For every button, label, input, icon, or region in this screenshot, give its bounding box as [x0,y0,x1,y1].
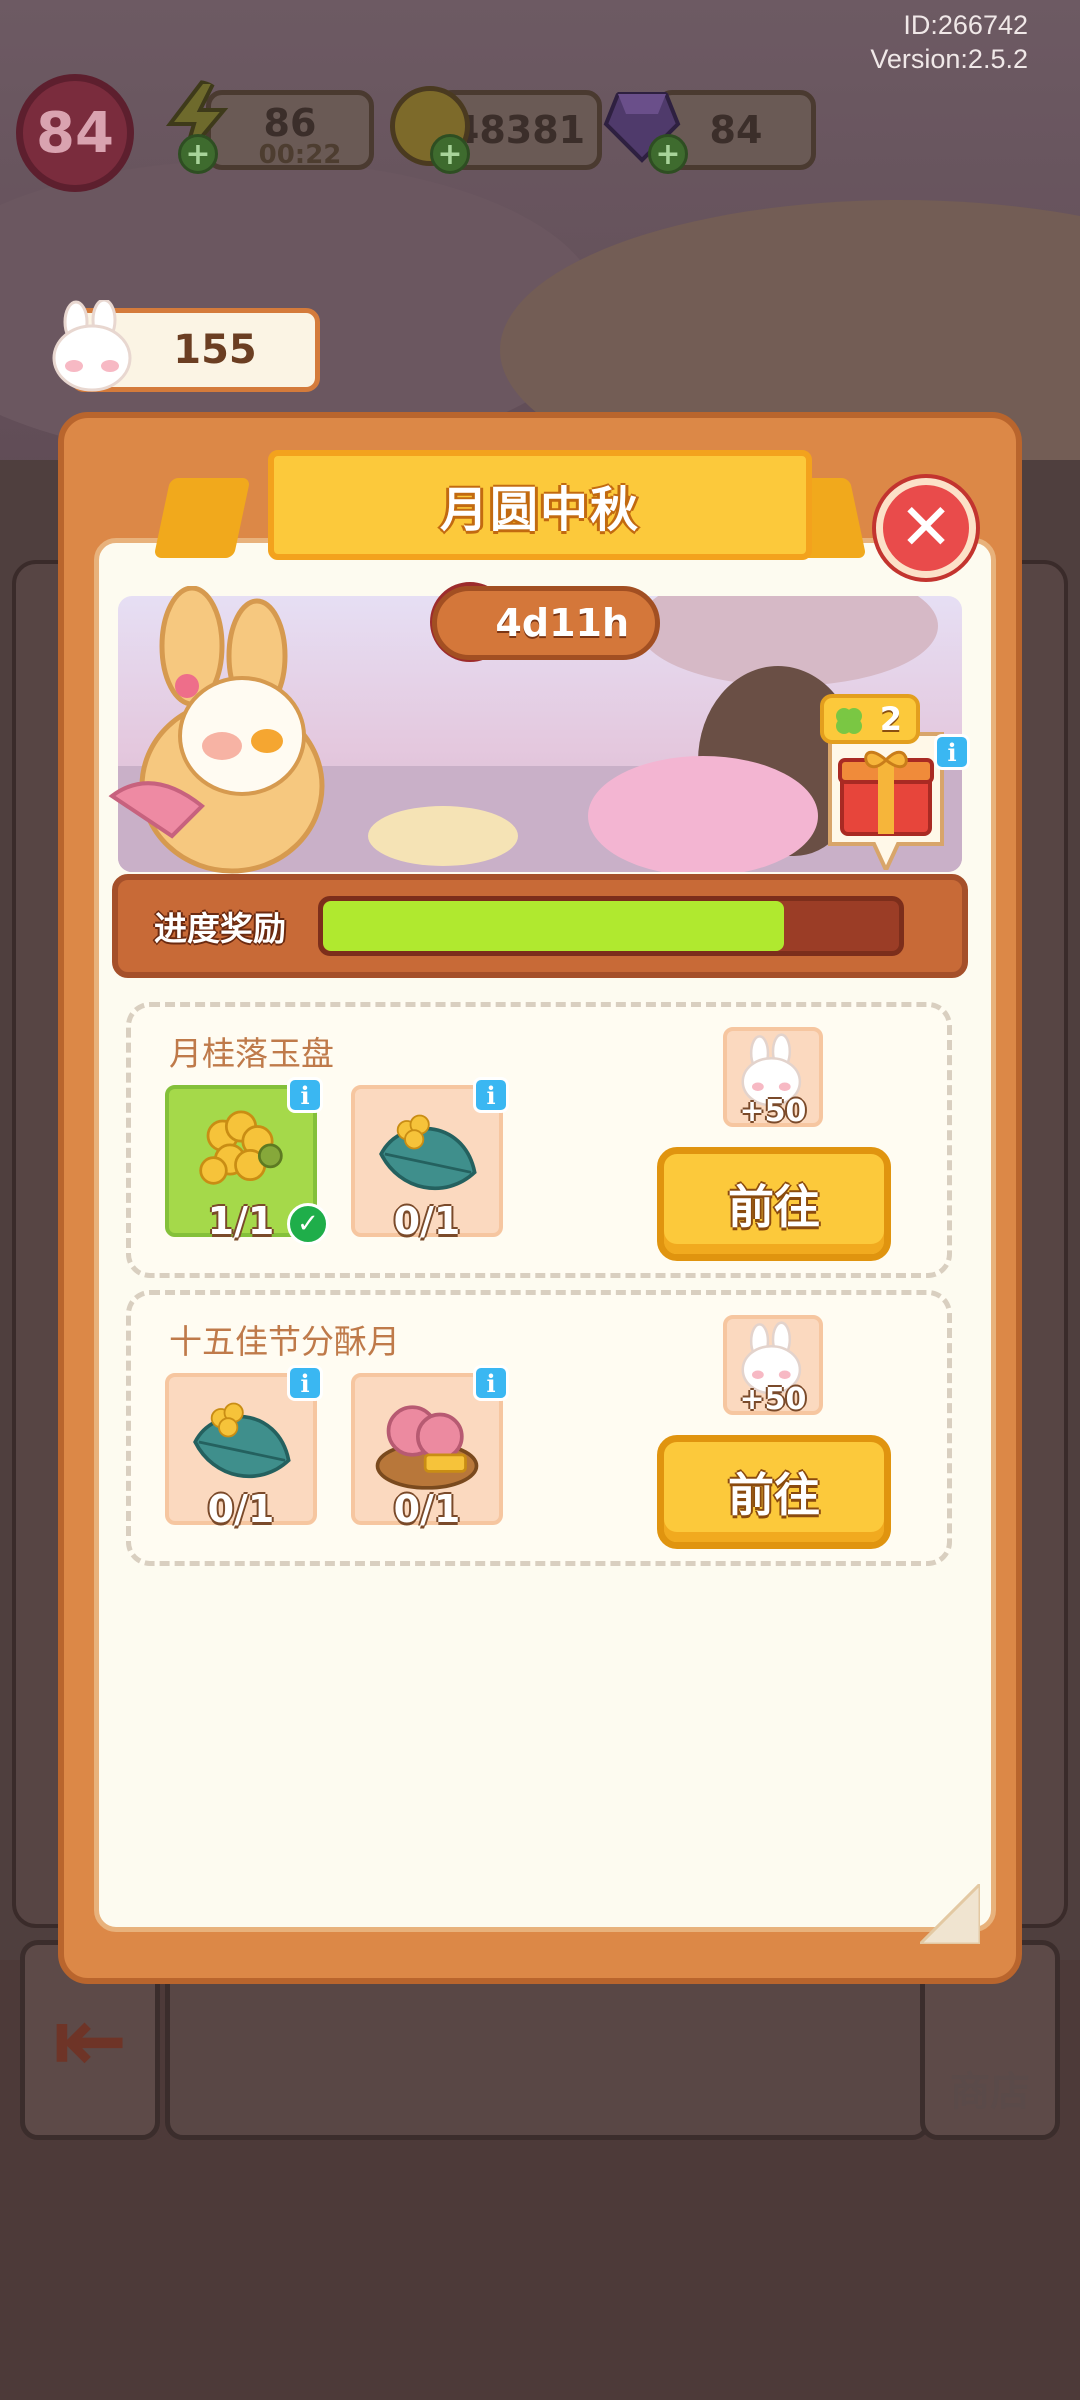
player-level: 84 [36,100,114,166]
item-info-icon[interactable]: i [287,1365,323,1401]
quest-item-slot[interactable]: 0/1 i [165,1365,323,1531]
build-info: ID:266742 Version:2.5.2 [870,8,1028,76]
quest-reward-slot: +50 [723,1315,823,1417]
progress-fill [323,901,784,951]
add-energy-icon[interactable]: + [178,134,218,174]
exit-icon: ⇤ [52,1987,128,2093]
page-curl-icon [920,1884,980,1944]
quest-card: 十五佳节分酥月 0/1 i 0/1 i +50 前往 [126,1290,952,1566]
dialog-title: 月圆中秋 [439,482,640,538]
reward-count: 2 [879,700,902,738]
quest-reward-amount: +50 [739,1094,807,1129]
go-button[interactable]: 前往 [657,1147,891,1261]
quest-title: 十五佳节分酥月 [169,1322,400,1361]
progress-label: 进度奖励 [154,909,286,948]
event-timer-pill: 4d11h [432,586,660,660]
quest-title: 月桂落玉盘 [169,1034,334,1073]
quest-card: 月桂落玉盘 1/1 i ✓ 0/1 i +50 前往 [126,1002,952,1278]
event-timer: 4d11h [495,601,629,645]
clover-icon [836,708,862,734]
energy-value: 86 [263,101,317,145]
shop-label: 商店 [950,2069,1030,2115]
quest-reward-slot: +50 [723,1027,823,1129]
energy-timer: 00:22 [258,140,342,170]
player-level-badge[interactable]: 84 [16,74,134,192]
background-lower [0,2140,1080,2400]
add-coins-icon[interactable]: + [430,134,470,174]
checkmark-icon: ✓ [287,1203,329,1245]
item-info-icon[interactable]: i [287,1077,323,1113]
coin-value: 48381 [452,108,586,152]
item-info-icon[interactable]: i [473,1365,509,1401]
quest-item-count: 0/1 [393,1487,461,1531]
add-gems-icon[interactable]: + [648,134,688,174]
quest-item-count: 0/1 [393,1199,461,1243]
version-text: Version:2.5.2 [870,44,1028,74]
go-button[interactable]: 前往 [657,1435,891,1549]
gem-value: 84 [709,108,763,152]
progress-reward-bar: 进度奖励 [112,874,968,978]
quest-item-slot[interactable]: 0/1 i [351,1077,509,1243]
bunny-token-icon [52,300,132,392]
item-info-icon[interactable]: i [473,1077,509,1113]
close-button[interactable]: ✕ [876,478,976,578]
quest-reward-amount: +50 [739,1382,807,1417]
bunny-mascot-icon [108,586,325,874]
quest-item-slot[interactable]: 0/1 i [351,1365,509,1531]
ribbon-tail-left [153,478,251,558]
player-id: ID:266742 [903,10,1028,40]
quest-item-count: 0/1 [207,1487,275,1531]
close-icon: ✕ [899,491,953,565]
event-points-value: 155 [173,327,257,373]
progress-track [318,896,904,956]
reward-count-badge: 2 [820,694,920,744]
dialog-title-banner: 月圆中秋 [268,450,812,560]
chest-info-icon[interactable]: i [934,734,970,770]
quest-item-slot[interactable]: 1/1 i ✓ [165,1077,329,1245]
